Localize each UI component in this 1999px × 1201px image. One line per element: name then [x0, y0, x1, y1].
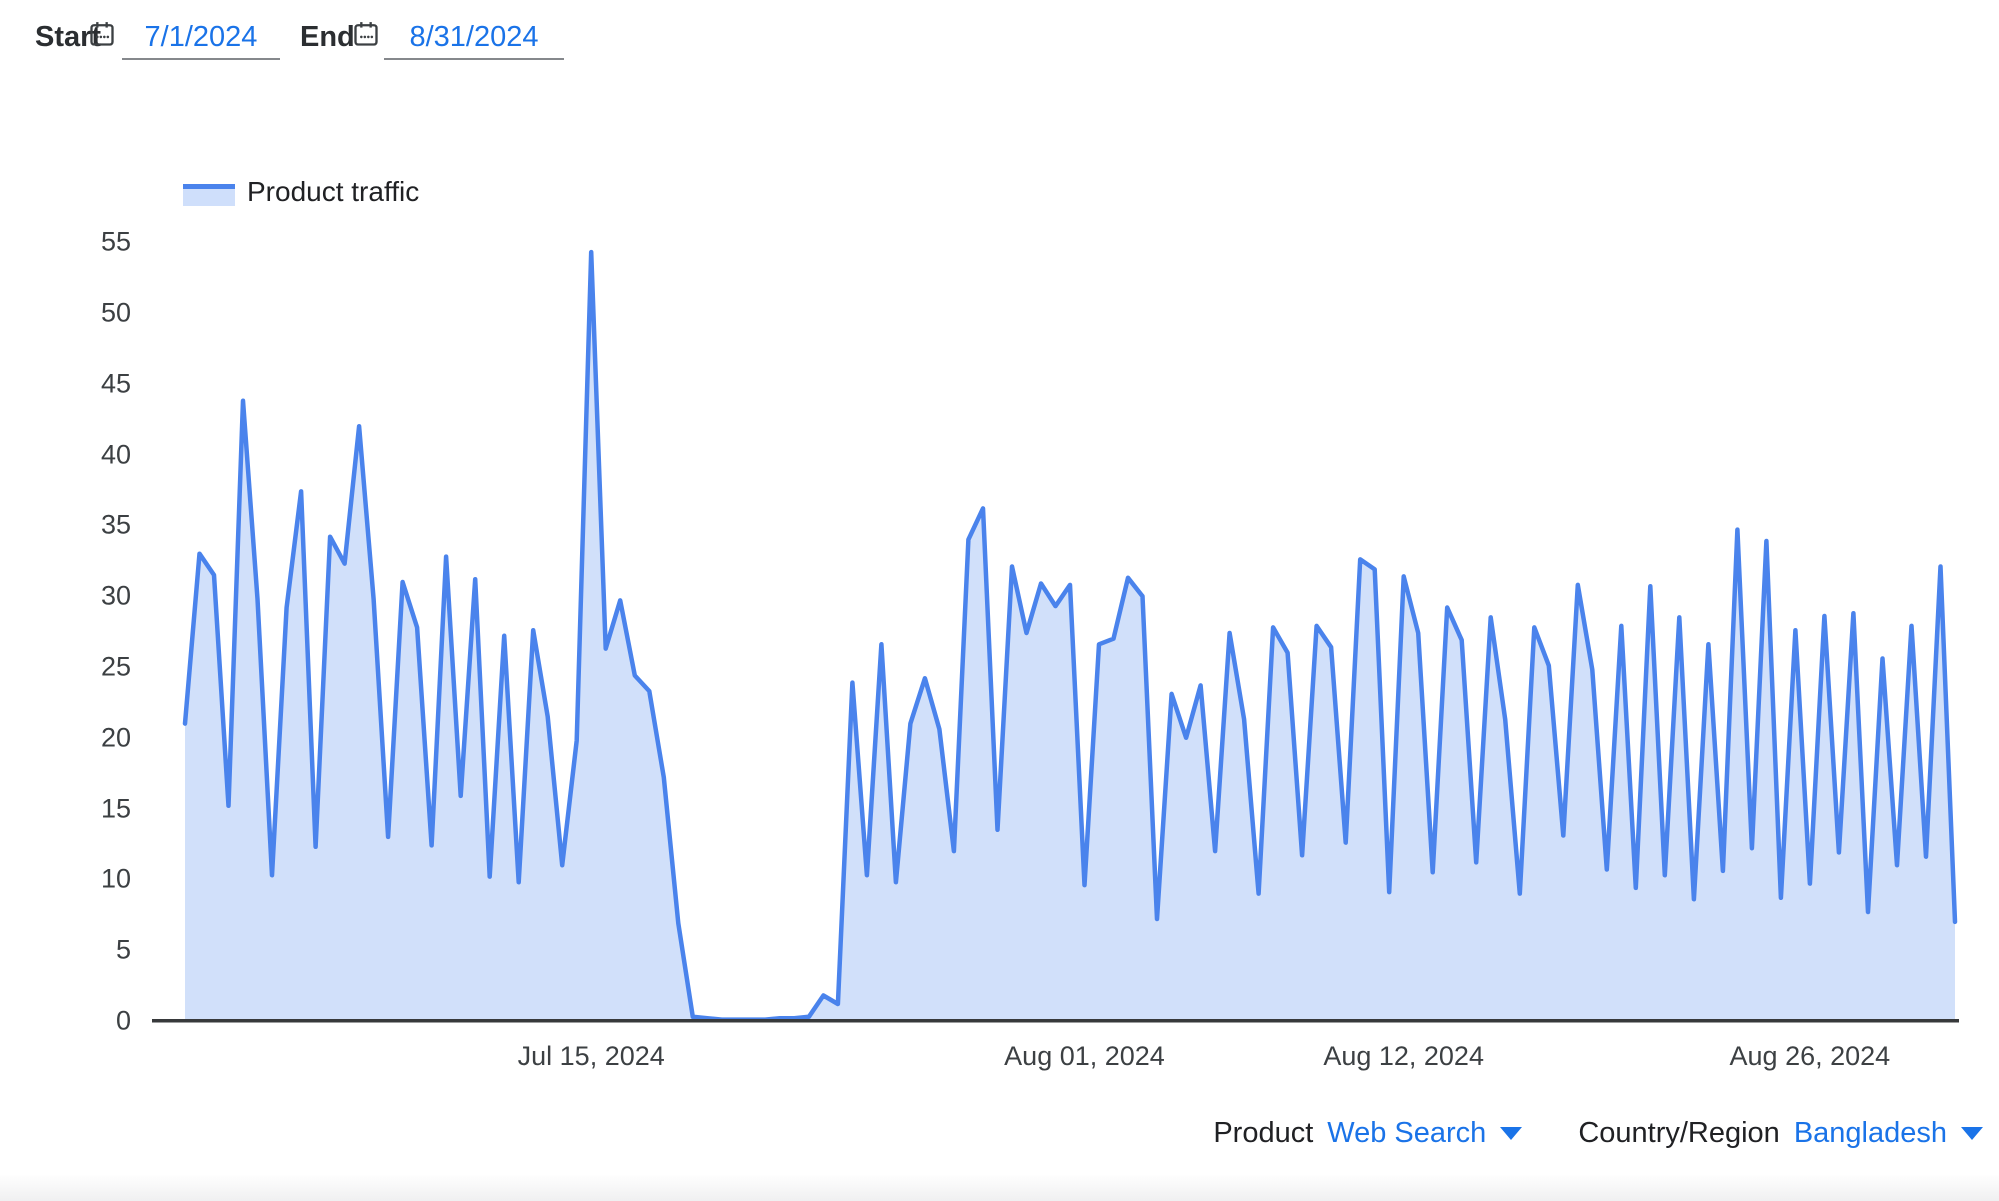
traffic-area-chart[interactable]: [0, 0, 1999, 1201]
chevron-down-icon[interactable]: [1961, 1127, 1983, 1140]
bottom-scroll-strip: [0, 1175, 1999, 1201]
country-filter-label: Country/Region: [1578, 1117, 1780, 1150]
x-axis-tick-label: Aug 01, 2024: [1004, 1041, 1165, 1072]
x-axis-line: [152, 1019, 1959, 1023]
product-filter-value[interactable]: Web Search: [1327, 1117, 1486, 1150]
page: Start 7/1/2024 End 8/31/2024 Product tra…: [0, 0, 1999, 1201]
footer-filters: Product Web Search Country/Region Bangla…: [1213, 1117, 1983, 1150]
x-axis-tick-label: Jul 15, 2024: [518, 1041, 665, 1072]
country-filter-value[interactable]: Bangladesh: [1794, 1117, 1947, 1150]
chevron-down-icon[interactable]: [1500, 1127, 1522, 1140]
x-axis-tick-label: Aug 26, 2024: [1730, 1041, 1891, 1072]
x-axis-tick-label: Aug 12, 2024: [1323, 1041, 1484, 1072]
product-filter-label: Product: [1213, 1117, 1313, 1150]
